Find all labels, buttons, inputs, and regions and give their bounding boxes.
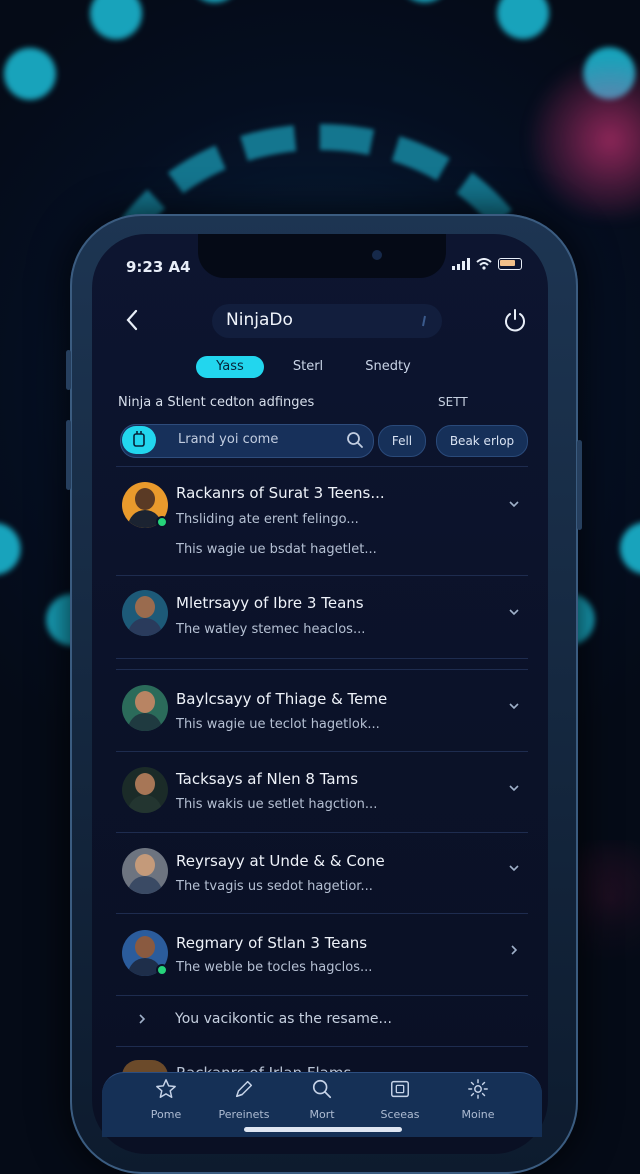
status-time: 9:23 A4 bbox=[126, 258, 191, 276]
battery-icon bbox=[498, 258, 522, 270]
beak-erlop-chip[interactable]: Beak erlop bbox=[436, 425, 528, 457]
list-item[interactable] bbox=[116, 918, 528, 994]
list-item-title: Baylcsayy of Thiage & Teme bbox=[176, 690, 388, 708]
list-item-title: Regmary of Stlan 3 Teans bbox=[176, 934, 368, 952]
list-item-subtitle: This wakis ue setlet hagction... bbox=[176, 797, 378, 812]
title-dot-icon bbox=[420, 313, 428, 327]
list-item[interactable] bbox=[116, 580, 528, 656]
divider bbox=[116, 466, 528, 467]
online-indicator bbox=[156, 964, 168, 976]
tab-sterl[interactable]: Sterl bbox=[278, 356, 338, 378]
tablet-icon bbox=[391, 1080, 409, 1098]
page-title: NinjaDo bbox=[226, 310, 293, 330]
list-item-title: Mletrsayy of Ibre 3 Teans bbox=[176, 594, 364, 612]
back-button[interactable] bbox=[118, 304, 146, 336]
nav-item-moine[interactable]: Moine bbox=[438, 1078, 518, 1121]
list-item[interactable] bbox=[116, 754, 528, 830]
chevron-down-icon[interactable] bbox=[508, 608, 520, 616]
list-item[interactable] bbox=[116, 836, 528, 912]
expander-text: You vacikontic as the resame... bbox=[175, 1011, 392, 1027]
divider bbox=[116, 1046, 528, 1047]
divider bbox=[116, 669, 528, 670]
chevron-down-icon[interactable] bbox=[508, 864, 520, 872]
avatar bbox=[122, 590, 168, 636]
chevron-down-icon[interactable] bbox=[508, 500, 520, 508]
wifi-icon bbox=[476, 258, 492, 270]
nav-label: Pome bbox=[150, 1108, 182, 1121]
chevron-down-icon[interactable] bbox=[508, 784, 520, 792]
list-item-subtitle: The watley stemec heaclos... bbox=[176, 622, 366, 637]
signal-icon bbox=[452, 258, 470, 270]
avatar bbox=[122, 848, 168, 894]
gear-icon bbox=[468, 1079, 488, 1099]
divider bbox=[116, 751, 528, 752]
nav-label: Pereinets bbox=[218, 1108, 270, 1121]
divider bbox=[116, 913, 528, 914]
avatar bbox=[122, 685, 168, 731]
chevron-right-icon[interactable] bbox=[510, 944, 518, 956]
section-subheading: Ninja a Stlent cedton adfinges bbox=[118, 395, 315, 410]
list-item[interactable] bbox=[116, 672, 528, 750]
search-icon[interactable] bbox=[346, 431, 364, 449]
list-item-preview: This wagie ue bsdat hagetlet... bbox=[176, 542, 377, 557]
list-item-subtitle: The tvagis us sedot hagetior... bbox=[176, 879, 373, 894]
divider bbox=[116, 575, 528, 576]
nav-item-pereinets[interactable]: Pereinets bbox=[204, 1078, 284, 1121]
pink-light bbox=[520, 60, 640, 220]
tab-snedty[interactable]: Snedty bbox=[356, 356, 420, 378]
chevron-down-icon[interactable] bbox=[508, 702, 520, 710]
home-indicator[interactable] bbox=[244, 1127, 402, 1132]
nav-label: Moine bbox=[461, 1108, 495, 1121]
nav-label: Sceeas bbox=[380, 1108, 420, 1121]
divider bbox=[116, 995, 528, 996]
divider bbox=[116, 658, 528, 659]
chevron-right-icon bbox=[139, 1014, 146, 1024]
nav-item-pome[interactable]: Pome bbox=[126, 1078, 206, 1121]
volume-button bbox=[66, 350, 71, 390]
tab-yass[interactable]: Yass bbox=[196, 356, 264, 378]
power-icon bbox=[505, 309, 525, 332]
filter-toggle[interactable] bbox=[122, 426, 156, 454]
search-value: Lrand yoi come bbox=[178, 432, 279, 447]
list-item-subtitle: This wagie ue teclot hagetlok... bbox=[176, 717, 380, 732]
nav-label: Mort bbox=[309, 1108, 335, 1121]
chevron-left-icon bbox=[126, 309, 138, 331]
tag-icon bbox=[133, 431, 145, 447]
star-icon bbox=[156, 1079, 176, 1098]
list-item-title: Rackanrs of Surat 3 Teens... bbox=[176, 484, 385, 502]
front-camera bbox=[372, 250, 382, 260]
sett-label[interactable]: SETT bbox=[438, 395, 468, 409]
online-indicator bbox=[156, 516, 168, 528]
pen-icon bbox=[235, 1080, 253, 1098]
volume-button-lower bbox=[66, 420, 71, 490]
power-side-button bbox=[577, 440, 582, 530]
list-item-subtitle: Thsliding ate erent felingo... bbox=[176, 512, 359, 527]
notch bbox=[198, 234, 446, 278]
status-icons bbox=[452, 258, 522, 270]
power-button[interactable] bbox=[500, 306, 530, 336]
fell-chip[interactable]: Fell bbox=[378, 425, 426, 457]
nav-item-mort[interactable]: Mort bbox=[282, 1078, 362, 1121]
list-item-subtitle: The weble be tocles hagclos... bbox=[176, 960, 373, 975]
list-item-title: Reyrsayy at Unde & & Cone bbox=[176, 852, 385, 870]
avatar bbox=[122, 767, 168, 813]
search-icon bbox=[312, 1079, 332, 1099]
nav-item-sceeas[interactable]: Sceeas bbox=[360, 1078, 440, 1121]
divider bbox=[116, 832, 528, 833]
list-item-title: Tacksays af Nlen 8 Tams bbox=[176, 770, 359, 788]
